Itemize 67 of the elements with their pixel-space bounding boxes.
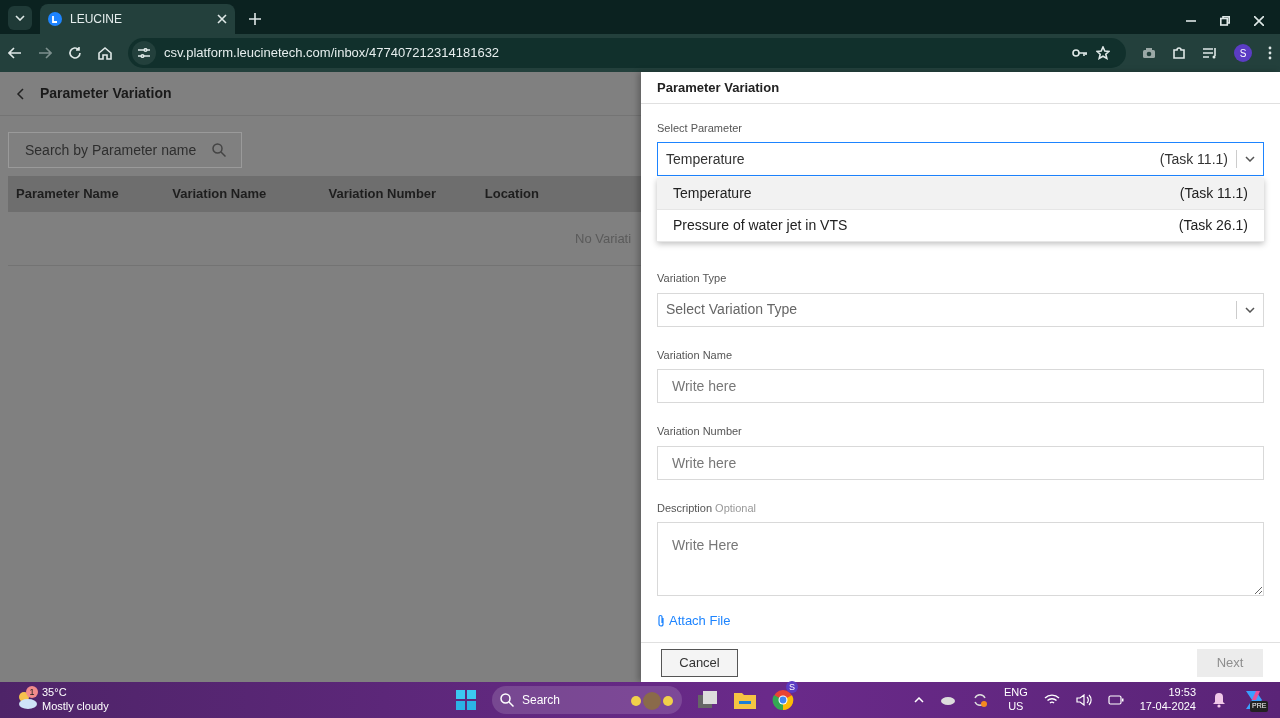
column-header: Location <box>484 185 540 204</box>
caret-icon <box>15 15 25 21</box>
windows-start-icon[interactable] <box>456 690 476 710</box>
cancel-button[interactable]: Cancel <box>661 648 738 677</box>
text-field[interactable]: Write here <box>657 369 1264 404</box>
search-icon[interactable] <box>212 143 226 157</box>
text-area[interactable]: Write Here <box>657 522 1264 597</box>
browser-tab[interactable]: LEUCINE <box>40 4 235 34</box>
weather-condition: Mostly cloudy <box>42 700 109 714</box>
address-bar[interactable]: csv.platform.leucinetech.com/inbox/477407212314181632 <box>128 38 1126 68</box>
field-label: Description Optional <box>657 500 758 516</box>
drawer-title: Parameter Variation <box>641 72 1280 104</box>
dropdown-option[interactable]: Pressure of water jet in VTS (Task 26.1) <box>657 209 1264 242</box>
site-logo-icon <box>48 12 62 26</box>
forward-icon[interactable] <box>38 47 52 59</box>
task-view-icon[interactable] <box>698 691 718 709</box>
field-label: Variation Number <box>657 424 743 440</box>
close-icon[interactable] <box>217 14 227 24</box>
bell-icon[interactable] <box>1212 692 1226 708</box>
weather-temperature: 35°C <box>42 686 68 700</box>
paperclip-icon <box>657 614 665 628</box>
tab-search-button[interactable] <box>8 6 32 30</box>
back-icon[interactable] <box>16 87 24 100</box>
text-field[interactable]: Write here <box>657 445 1264 480</box>
notification-badge: 1 <box>26 686 38 698</box>
camera-icon[interactable] <box>1142 47 1156 59</box>
field-label: Select Parameter <box>657 120 743 136</box>
page-title: Parameter Variation <box>40 84 172 103</box>
language-indicator[interactable]: ENG US <box>1003 686 1028 714</box>
browser-icon[interactable] <box>772 689 794 711</box>
chevron-down-icon <box>1245 306 1255 313</box>
media-icon[interactable] <box>1202 47 1218 59</box>
battery-icon[interactable] <box>1107 695 1124 705</box>
url-text: csv.platform.leucinetech.com/inbox/477407212314181632 <box>164 44 501 63</box>
chevron-up-icon[interactable] <box>913 697 924 703</box>
sync-icon[interactable] <box>971 692 988 708</box>
more-icon[interactable] <box>1268 46 1272 60</box>
field-label: Variation Name <box>657 347 733 363</box>
column-header: Parameter Name <box>16 185 120 204</box>
home-icon[interactable] <box>98 46 112 60</box>
key-icon[interactable] <box>1072 48 1088 58</box>
folder-icon[interactable] <box>734 691 756 709</box>
star-icon[interactable] <box>1096 46 1110 60</box>
site-settings-button[interactable] <box>132 41 156 65</box>
column-header: Variation Name <box>172 185 268 204</box>
profile-avatar[interactable]: S <box>1234 44 1252 62</box>
reload-icon[interactable] <box>68 46 82 60</box>
restore-icon[interactable] <box>1220 16 1230 26</box>
tab-title: LEUCINE <box>70 11 123 28</box>
cloud-moon-icon <box>16 690 38 710</box>
chevron-down-icon <box>1245 156 1255 163</box>
dropdown-option[interactable]: Temperature (Task 11.1) <box>657 177 1264 210</box>
close-icon[interactable] <box>1254 16 1264 26</box>
wifi-icon[interactable] <box>1043 694 1060 706</box>
new-tab-icon[interactable] <box>249 13 261 25</box>
attach-file-link[interactable]: Attach File <box>657 610 731 631</box>
select-field[interactable]: Temperature (Task 11.1) <box>657 142 1264 177</box>
tune-icon <box>138 48 150 58</box>
search-field[interactable]: Search by Parameter name <box>8 132 242 168</box>
column-header: Variation Number <box>328 185 438 204</box>
clock[interactable]: 19:53 17-04-2024 <box>1139 686 1196 714</box>
cloud-icon[interactable] <box>939 695 956 705</box>
taskbar-search[interactable]: Search <box>492 686 682 714</box>
search-icon <box>500 693 514 707</box>
field-label: Variation Type <box>657 271 728 287</box>
volume-icon[interactable] <box>1075 694 1092 706</box>
select-field[interactable]: Select Variation Type <box>657 292 1264 327</box>
